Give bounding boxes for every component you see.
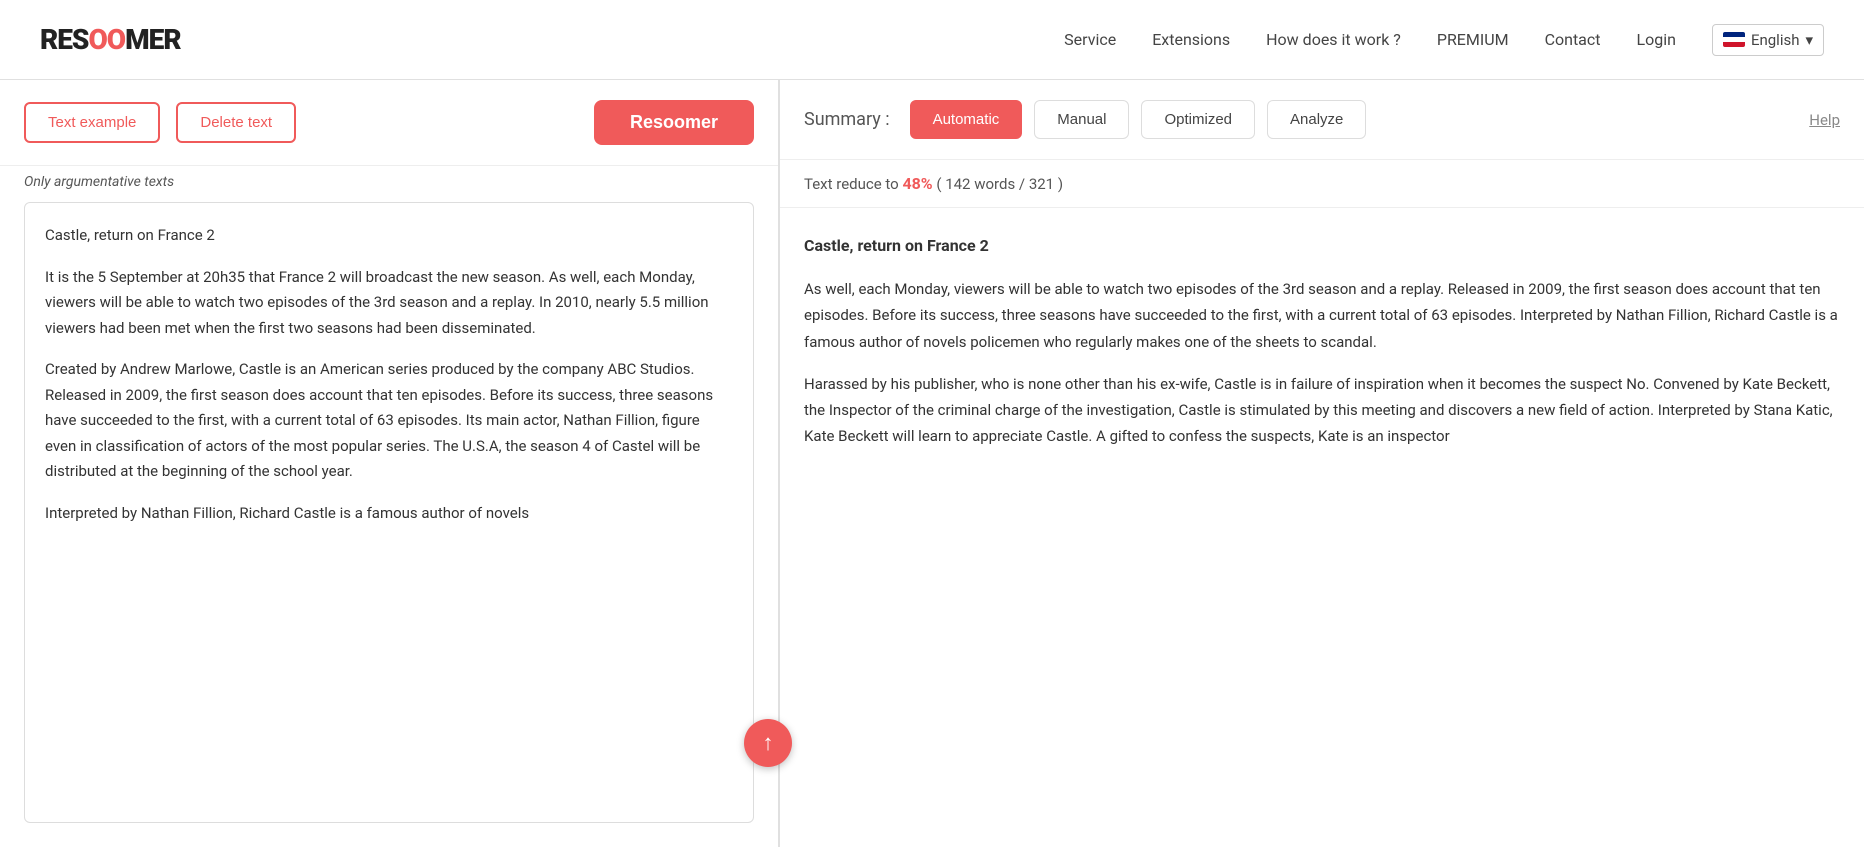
- tab-manual[interactable]: Manual: [1034, 100, 1129, 139]
- text-input-area[interactable]: Castle, return on France 2 It is the 5 S…: [24, 202, 754, 823]
- right-panel: Summary : Automatic Manual Optimized Ana…: [780, 80, 1864, 847]
- flag-icon: [1723, 32, 1745, 47]
- chevron-down-icon: ▾: [1805, 31, 1813, 49]
- help-link[interactable]: Help: [1809, 111, 1840, 129]
- left-panel: Text example Delete text Resoomer Only a…: [0, 80, 780, 847]
- summary-paragraph-2: Harassed by his publisher, who is none o…: [804, 371, 1840, 450]
- logo-text-1: RES: [40, 23, 88, 56]
- text-example-button[interactable]: Text example: [24, 102, 160, 143]
- summary-title: Castle, return on France 2: [804, 232, 1840, 260]
- stats-text-before: Text reduce to: [804, 175, 902, 193]
- summary-paragraph-1: As well, each Monday, viewers will be ab…: [804, 276, 1840, 355]
- nav-how-it-works[interactable]: How does it work ?: [1266, 30, 1401, 49]
- main-nav: Service Extensions How does it work ? PR…: [1064, 24, 1824, 56]
- stats-text-after: ( 142 words / 321 ): [933, 175, 1063, 193]
- scroll-up-button[interactable]: ↑: [744, 719, 792, 767]
- nav-premium[interactable]: PREMIUM: [1437, 30, 1509, 49]
- article-paragraph-1: It is the 5 September at 20h35 that Fran…: [45, 265, 733, 342]
- stats-bar: Text reduce to 48% ( 142 words / 321 ): [780, 160, 1864, 208]
- logo-oo: OO: [88, 23, 125, 56]
- logo[interactable]: RESOOMER: [40, 23, 181, 56]
- main-container: Text example Delete text Resoomer Only a…: [0, 80, 1864, 847]
- delete-text-button[interactable]: Delete text: [176, 102, 296, 143]
- tab-automatic[interactable]: Automatic: [910, 100, 1023, 139]
- article-paragraph-3: Interpreted by Nathan Fillion, Richard C…: [45, 501, 733, 527]
- resoomer-button[interactable]: Resoomer: [594, 100, 754, 145]
- stats-percentage: 48%: [902, 174, 932, 193]
- tab-optimized[interactable]: Optimized: [1141, 100, 1255, 139]
- logo-text-2: MER: [125, 23, 180, 56]
- article-title: Castle, return on France 2: [45, 223, 733, 249]
- header: RESOOMER Service Extensions How does it …: [0, 0, 1864, 80]
- only-argumentative-label: Only argumentative texts: [0, 166, 778, 202]
- language-selector[interactable]: English ▾: [1712, 24, 1824, 56]
- right-toolbar: Summary : Automatic Manual Optimized Ana…: [780, 80, 1864, 160]
- nav-contact[interactable]: Contact: [1545, 30, 1601, 49]
- tab-analyze[interactable]: Analyze: [1267, 100, 1366, 139]
- nav-login[interactable]: Login: [1636, 30, 1675, 49]
- summary-label: Summary :: [804, 109, 890, 130]
- left-toolbar: Text example Delete text Resoomer: [0, 80, 778, 166]
- nav-service[interactable]: Service: [1064, 30, 1116, 49]
- nav-extensions[interactable]: Extensions: [1152, 30, 1230, 49]
- article-paragraph-2: Created by Andrew Marlowe, Castle is an …: [45, 357, 733, 485]
- lang-label: English: [1751, 31, 1800, 49]
- summary-content: Castle, return on France 2 As well, each…: [780, 208, 1864, 847]
